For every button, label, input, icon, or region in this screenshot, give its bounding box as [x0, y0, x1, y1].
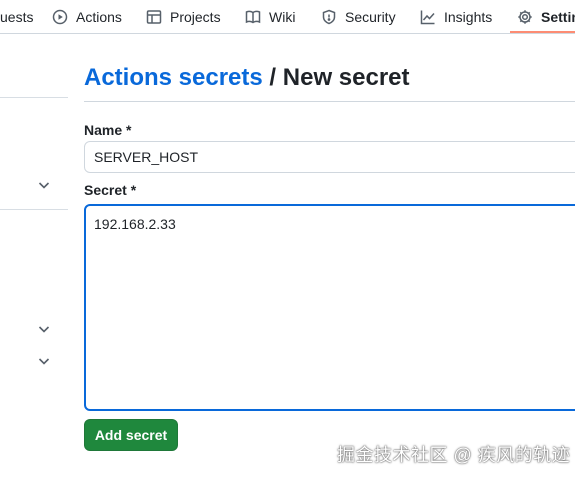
tab-settings[interactable]: Settin	[517, 0, 575, 34]
sidebar-expand-toggle[interactable]	[37, 322, 51, 336]
tab-security[interactable]: Security	[321, 0, 396, 34]
repo-nav: uests Actions Projects Wiki Security Ins…	[0, 0, 575, 34]
tab-label: uests	[0, 9, 34, 25]
sidebar-divider	[0, 97, 68, 98]
breadcrumb-actions-secrets[interactable]: Actions secrets	[84, 64, 263, 91]
gear-icon	[518, 10, 532, 24]
tab-label: Wiki	[269, 9, 296, 25]
sidebar-divider	[0, 209, 68, 210]
secret-value-textarea[interactable]: 192.168.2.33	[84, 204, 575, 411]
breadcrumb-separator: /	[269, 64, 277, 91]
book-icon	[245, 10, 261, 24]
tab-pull-requests[interactable]: uests	[0, 0, 33, 34]
sidebar-expand-toggle[interactable]	[37, 354, 51, 368]
page-title: Actions secrets / New secret	[84, 62, 410, 94]
breadcrumb-current: New secret	[282, 64, 410, 91]
add-secret-button[interactable]: Add secret	[84, 419, 178, 451]
tab-label: Security	[345, 9, 396, 25]
chevron-down-icon	[38, 326, 50, 333]
selected-tab-indicator	[510, 31, 575, 33]
tab-label: Insights	[444, 9, 493, 25]
tab-label: Actions	[76, 9, 122, 25]
name-label: Name *	[84, 122, 132, 138]
watermark: 掘金技术社区 @ 疾风的轨迹	[337, 445, 571, 465]
sidebar-expand-toggle[interactable]	[37, 178, 51, 192]
chevron-down-icon	[38, 358, 50, 365]
graph-icon	[420, 10, 435, 25]
heading-divider	[84, 101, 575, 102]
tab-label: Settin	[541, 9, 575, 25]
tab-insights[interactable]: Insights	[420, 0, 492, 34]
table-icon	[146, 10, 162, 24]
chevron-down-icon	[38, 182, 50, 189]
tab-projects[interactable]: Projects	[146, 0, 221, 34]
play-icon	[52, 9, 68, 25]
secret-label: Secret *	[84, 182, 137, 198]
secret-name-input[interactable]	[84, 141, 575, 173]
shield-icon	[322, 9, 336, 25]
tab-actions[interactable]: Actions	[52, 0, 122, 34]
tab-label: Projects	[170, 9, 221, 25]
tab-wiki[interactable]: Wiki	[245, 0, 295, 34]
